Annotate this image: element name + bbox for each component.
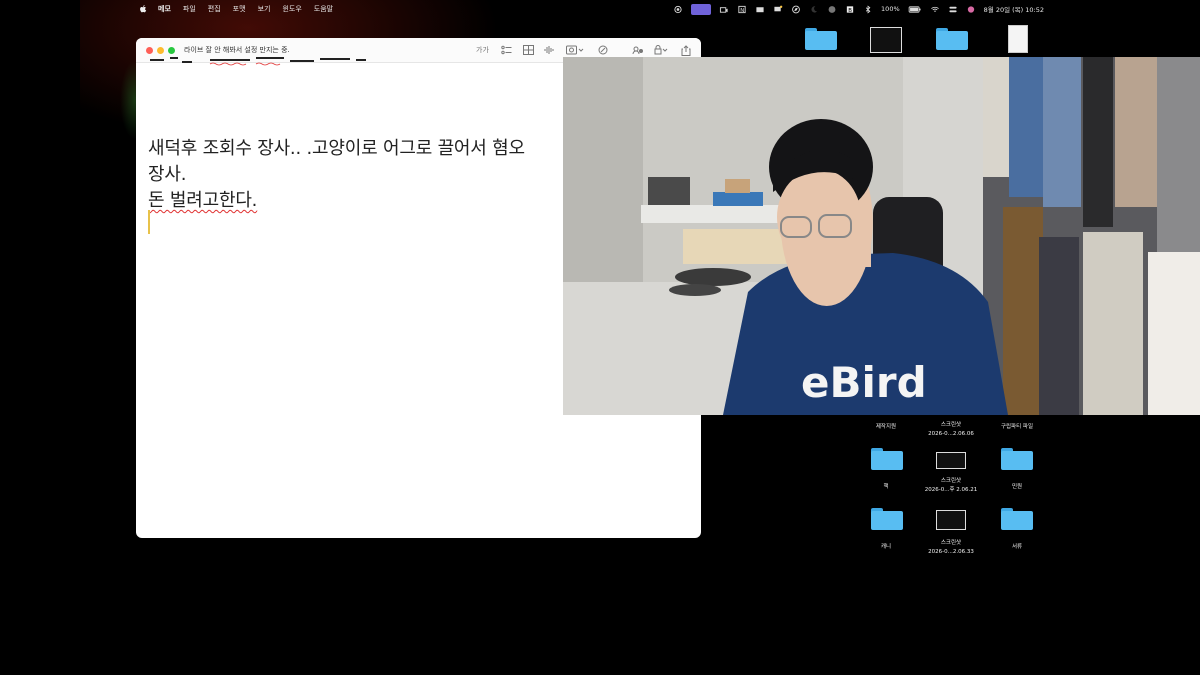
desktop-label-6: 민원 [1011,484,1023,490]
desktop-label-3: 구립파티 파일 [1000,424,1034,430]
lock-button[interactable] [654,44,668,56]
screenshot-thumbnail-icon [870,27,902,53]
desktop-folder-top-2[interactable] [936,28,968,50]
menu-file[interactable]: 파일 [183,4,196,14]
folder-icon [871,508,903,530]
clock[interactable]: 8월 20일 (목) 10:52 [984,4,1044,14]
desktop-item-documents[interactable] [1001,508,1033,530]
folder-icon [871,448,903,470]
share-button[interactable] [681,44,691,56]
camera-icon[interactable] [719,5,729,14]
siri-icon[interactable] [966,5,976,14]
webcam-scene: eBird [563,57,1200,415]
photo-icon [566,45,584,55]
folder-icon [805,28,837,50]
desktop-folder-top-1[interactable] [805,28,837,50]
menu-view[interactable]: 보기 [258,4,271,14]
folder-icon [1001,448,1033,470]
share-icon [681,44,691,56]
table-icon [523,45,534,55]
menu-edit[interactable]: 편집 [208,4,221,14]
folder-icon [1001,508,1033,530]
format-button[interactable]: 가가 [476,44,489,56]
waveform-icon [544,46,554,54]
moon-icon[interactable] [809,5,819,14]
markup-button[interactable] [598,44,608,56]
menu-notes[interactable]: 메모 [158,4,171,14]
menu-help[interactable]: 도움말 [314,4,333,14]
mail-icon[interactable] [755,5,765,14]
lock-icon [654,45,668,55]
desktop-label-9: 서류 [1011,544,1023,550]
partially-hidden-line [150,57,366,66]
apple-logo-icon[interactable] [138,4,148,14]
checklist-button[interactable] [501,44,512,56]
note-line-3-text: 돈 벌려고한다. [148,190,258,211]
battery-icon[interactable] [908,5,922,14]
desktop-item-screenshot-3[interactable] [936,510,966,530]
desktop-item-kenny[interactable] [871,508,903,530]
menu-bar: 메모 파일 편집 포맷 보기 윈도우 도움말 N B 100% 8월 20일 (… [130,0,1050,18]
screenshot-thumbnail-icon [936,452,966,469]
svg-text:B: B [848,7,852,13]
webcam-overlay[interactable]: eBird [563,57,1200,415]
screen-share-icon[interactable] [691,3,712,15]
svg-text:N: N [740,7,744,13]
folder-icon [936,28,968,50]
desktop-item-screenshot-2[interactable] [936,452,966,469]
control-center-icon[interactable] [948,5,958,14]
table-button[interactable] [523,44,534,56]
share-collab-button[interactable] [632,44,644,56]
note-line-3: 돈 벌려고한다. [148,186,257,212]
battery-percent: 100% [881,5,900,13]
desktop-screenshot-top[interactable] [870,27,902,53]
minimize-button[interactable] [157,47,164,54]
bluetooth-icon[interactable] [863,5,873,14]
compass-icon[interactable] [791,5,801,14]
record-icon[interactable] [673,5,683,14]
note-line-1: 새덕후 조회수 장사.. .고양이로 어그로 끌어서 혐오 [148,134,525,160]
menu-format[interactable]: 포맷 [233,4,246,14]
audio-button[interactable] [544,44,554,56]
close-button[interactable] [146,47,153,54]
media-button[interactable] [566,44,584,56]
github-icon[interactable] [827,5,837,14]
format-label: 가가 [476,46,489,54]
markup-icon [598,45,608,55]
menu-window[interactable]: 윈도우 [282,4,301,14]
status-area: N B 100% 8월 20일 (목) 10:52 [673,0,1044,18]
desktop-item-book[interactable] [871,448,903,470]
document-icon [1008,25,1028,53]
notion-icon[interactable]: N [737,5,747,14]
app-b-icon[interactable]: B [845,5,855,14]
screenshot-thumbnail-icon [936,510,966,530]
shirt-logo-text: eBird [801,358,927,407]
desktop-item-civil[interactable] [1001,448,1033,470]
text-cursor [148,210,150,234]
zoom-button[interactable] [168,47,175,54]
collaborate-icon [632,46,643,55]
wifi-icon[interactable] [930,5,940,14]
desktop-document-top[interactable] [1008,25,1028,53]
note-line-1-text: 새덕후 조회수 장사.. .고양이로 어그로 끌어서 혐오 [148,138,525,159]
checklist-icon [501,45,512,55]
chat-icon[interactable] [773,5,783,14]
note-line-2: 장사. [148,164,187,185]
